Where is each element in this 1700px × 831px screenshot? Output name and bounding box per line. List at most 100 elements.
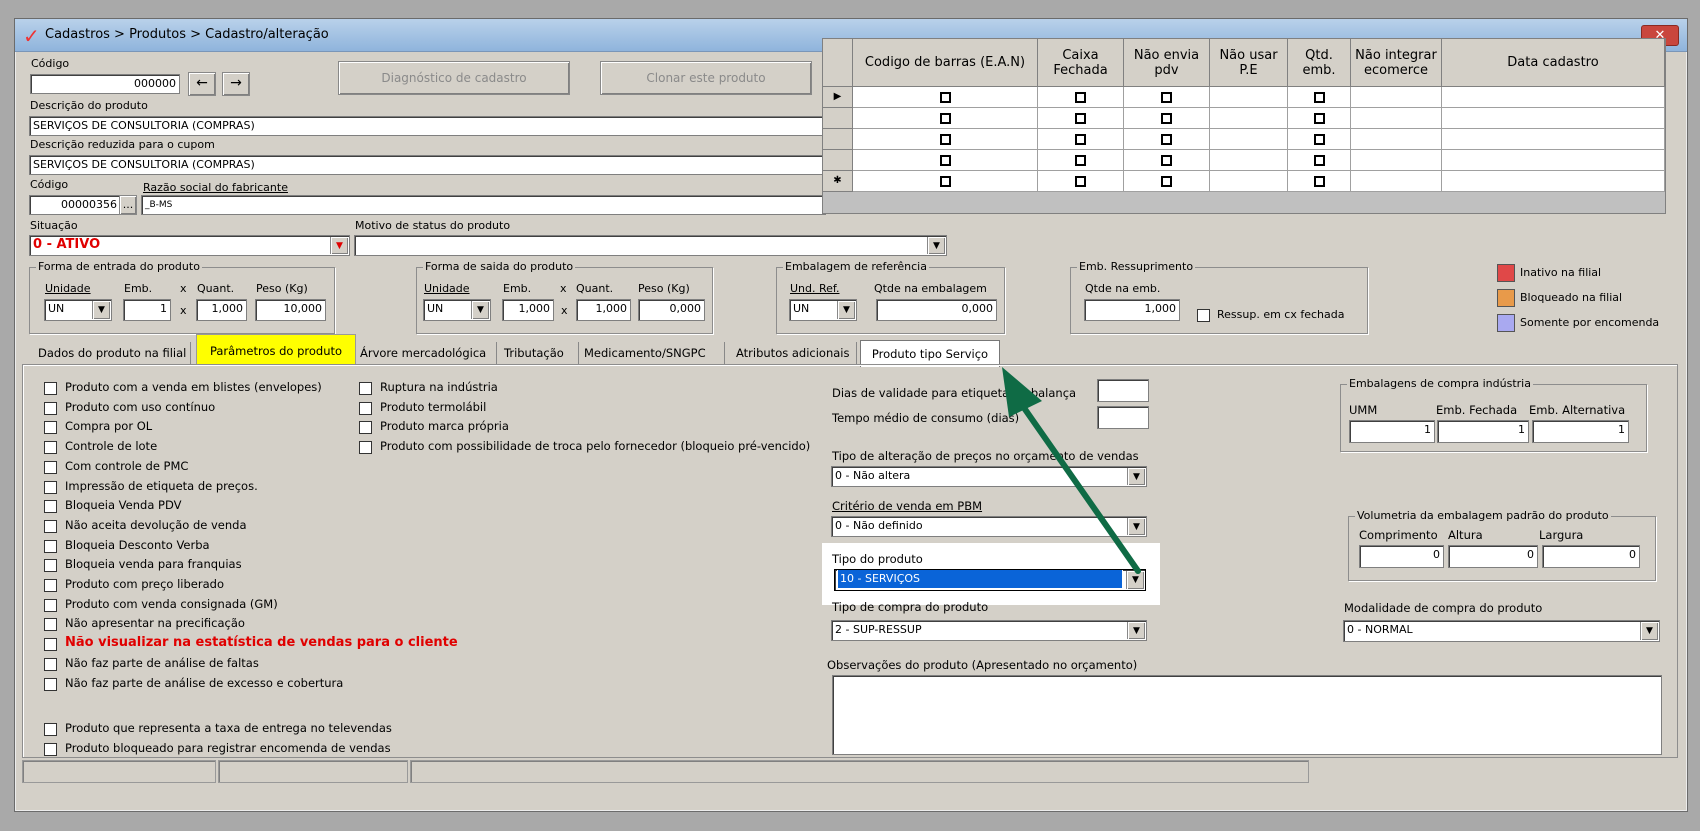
umm-input[interactable]: 1 bbox=[1349, 420, 1435, 443]
grid-row-header[interactable] bbox=[823, 108, 853, 129]
prev-record-button[interactable]: ← bbox=[188, 72, 216, 96]
grid-cell[interactable] bbox=[1351, 171, 1442, 192]
grid-checkbox[interactable] bbox=[1313, 92, 1325, 103]
entrada-emb-input[interactable]: 1 bbox=[123, 299, 171, 321]
tab-6[interactable]: Produto tipo Serviço bbox=[860, 340, 1000, 367]
tab-2[interactable]: Árvore mercadológica bbox=[360, 342, 497, 364]
ressup-qtde-input[interactable]: 1,000 bbox=[1084, 299, 1180, 321]
grid-checkbox[interactable] bbox=[1161, 92, 1172, 103]
tipo-compra-select[interactable]: 2 - SUP-RESSUP ▼ bbox=[831, 620, 1147, 641]
tab-0[interactable]: Dados do produto na filial bbox=[38, 342, 191, 364]
motivo-select[interactable]: ▼ bbox=[354, 235, 947, 256]
grid-checkbox[interactable] bbox=[1075, 176, 1086, 187]
grid-checkbox[interactable] bbox=[939, 155, 951, 166]
option-checkbox[interactable] bbox=[44, 723, 57, 736]
option-checkbox[interactable] bbox=[359, 421, 372, 435]
grid-checkbox[interactable] bbox=[1161, 134, 1172, 145]
tab-4[interactable]: Medicamento/SNGPC bbox=[584, 342, 725, 364]
grid-cell[interactable] bbox=[1210, 171, 1288, 192]
tab-5[interactable]: Atributos adicionais bbox=[736, 342, 857, 364]
option-checkbox[interactable] bbox=[44, 460, 57, 474]
option-checkbox[interactable] bbox=[44, 500, 57, 514]
grid-checkbox[interactable] bbox=[939, 176, 951, 187]
option-checkbox[interactable] bbox=[44, 559, 57, 573]
grid-row-header[interactable]: ✱ bbox=[823, 171, 853, 192]
fabricante-codigo-input[interactable]: 00000356 bbox=[29, 195, 121, 215]
diagnostico-button[interactable]: Diagnóstico de cadastro bbox=[338, 61, 570, 95]
option-checkbox[interactable] bbox=[44, 382, 57, 395]
option-checkbox[interactable] bbox=[44, 598, 57, 612]
grid-cell[interactable] bbox=[1210, 150, 1288, 171]
grid-cell[interactable] bbox=[1442, 129, 1665, 150]
ressup-cx-fechada-checkbox[interactable] bbox=[1197, 309, 1210, 322]
grid-cell[interactable] bbox=[1210, 108, 1288, 129]
altura-input[interactable]: 0 bbox=[1448, 545, 1538, 568]
option-checkbox[interactable] bbox=[44, 618, 57, 632]
modalidade-select[interactable]: 0 - NORMAL ▼ bbox=[1343, 620, 1660, 642]
entrada-unidade-select[interactable]: UN ▼ bbox=[44, 299, 112, 321]
tab-3[interactable]: Tributação bbox=[504, 342, 579, 364]
option-checkbox[interactable] bbox=[44, 657, 57, 671]
observacoes-textarea[interactable] bbox=[832, 675, 1662, 755]
option-checkbox[interactable] bbox=[44, 539, 57, 553]
option-checkbox[interactable] bbox=[44, 579, 57, 592]
grid-row-header[interactable]: ▶ bbox=[823, 87, 853, 108]
und-ref-select[interactable]: UN ▼ bbox=[789, 299, 857, 321]
grid-checkbox[interactable] bbox=[939, 134, 951, 145]
grid-checkbox[interactable] bbox=[1313, 176, 1325, 187]
comprimento-input[interactable]: 0 bbox=[1359, 545, 1444, 568]
grid-checkbox[interactable] bbox=[1075, 92, 1086, 103]
saida-emb-input[interactable]: 1,000 bbox=[502, 299, 554, 321]
qtde-embalagem-input[interactable]: 0,000 bbox=[876, 299, 997, 321]
entrada-quant-input[interactable]: 1,000 bbox=[196, 299, 247, 321]
option-checkbox[interactable] bbox=[359, 382, 372, 395]
emb-alternativa-input[interactable]: 1 bbox=[1532, 420, 1629, 443]
descricao-input[interactable]: SERVIÇOS DE CONSULTORIA (COMPRAS) bbox=[29, 116, 826, 136]
grid-checkbox[interactable] bbox=[1075, 113, 1086, 124]
saida-quant-input[interactable]: 1,000 bbox=[576, 299, 631, 321]
entrada-peso-input[interactable]: 10,000 bbox=[255, 299, 326, 321]
grid-cell[interactable] bbox=[1210, 87, 1288, 108]
grid-checkbox[interactable] bbox=[1075, 134, 1086, 145]
option-checkbox[interactable] bbox=[44, 638, 57, 652]
grid-row-header[interactable] bbox=[823, 150, 853, 171]
grid-row-header[interactable] bbox=[823, 129, 853, 150]
grid-checkbox[interactable] bbox=[1161, 113, 1172, 124]
grid-cell[interactable] bbox=[1351, 108, 1442, 129]
option-checkbox[interactable] bbox=[44, 401, 57, 415]
option-checkbox[interactable] bbox=[44, 743, 57, 756]
grid-cell[interactable] bbox=[1351, 129, 1442, 150]
codigo-input[interactable]: 000000 bbox=[30, 74, 180, 94]
option-checkbox[interactable] bbox=[359, 441, 372, 455]
grid-checkbox[interactable] bbox=[1313, 155, 1325, 166]
situacao-select[interactable]: 0 - ATIVO ▼ bbox=[29, 235, 350, 256]
emb-fechada-input[interactable]: 1 bbox=[1437, 420, 1529, 443]
option-checkbox[interactable] bbox=[44, 480, 57, 494]
grid-cell[interactable] bbox=[1442, 108, 1665, 129]
largura-input[interactable]: 0 bbox=[1542, 545, 1640, 568]
grid-cell[interactable] bbox=[1351, 87, 1442, 108]
option-checkbox[interactable] bbox=[44, 677, 57, 691]
descricao-reduzida-input[interactable]: SERVIÇOS DE CONSULTORIA (COMPRAS) bbox=[29, 155, 826, 175]
grid-cell[interactable] bbox=[1351, 150, 1442, 171]
saida-peso-input[interactable]: 0,000 bbox=[638, 299, 705, 321]
option-checkbox[interactable] bbox=[44, 421, 57, 435]
grid-checkbox[interactable] bbox=[1161, 176, 1172, 187]
saida-unidade-select[interactable]: UN ▼ bbox=[423, 299, 491, 321]
option-checkbox[interactable] bbox=[359, 401, 372, 415]
clonar-button[interactable]: Clonar este produto bbox=[600, 61, 812, 95]
grid-checkbox[interactable] bbox=[1313, 113, 1325, 124]
option-checkbox[interactable] bbox=[44, 519, 57, 533]
grid-checkbox[interactable] bbox=[1161, 155, 1172, 166]
razao-social-input[interactable]: _B-MS bbox=[141, 195, 826, 215]
tab-1[interactable]: Parâmetros do produto bbox=[196, 334, 356, 365]
fabricante-lookup-button[interactable]: ... bbox=[119, 195, 137, 215]
grid-checkbox[interactable] bbox=[1075, 155, 1086, 166]
grid-checkbox[interactable] bbox=[1313, 134, 1325, 145]
grid-checkbox[interactable] bbox=[939, 92, 951, 103]
grid-checkbox[interactable] bbox=[939, 113, 951, 124]
option-checkbox[interactable] bbox=[44, 441, 57, 455]
grid-cell[interactable] bbox=[1442, 87, 1665, 108]
next-record-button[interactable]: → bbox=[222, 72, 250, 96]
grid-cell[interactable] bbox=[1442, 150, 1665, 171]
